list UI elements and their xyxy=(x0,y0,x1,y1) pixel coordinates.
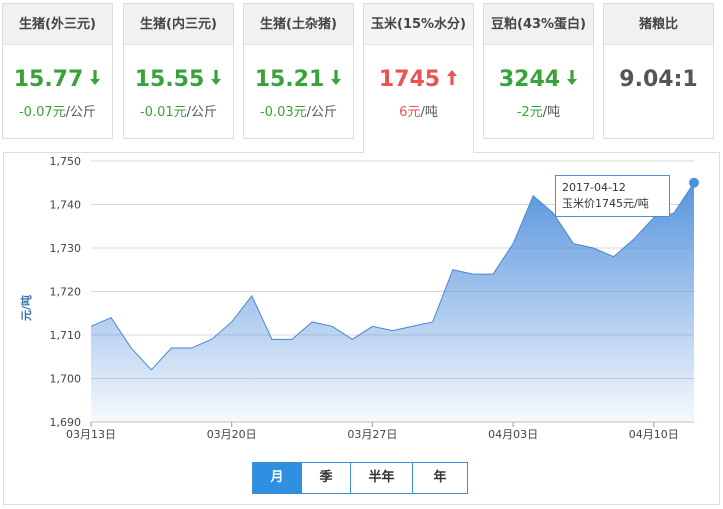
y-tick-label: 1,740 xyxy=(50,199,82,212)
x-tick-label: 03月27日 xyxy=(347,428,397,441)
card-change-value: -2元 xyxy=(516,105,543,120)
card-price-row: 15.77 xyxy=(3,65,112,95)
y-tick-label: 1,710 xyxy=(50,329,82,342)
card-change: 6元/吨 xyxy=(364,101,473,120)
card-price: 3244 xyxy=(498,67,561,92)
card-price-row: 15.21 xyxy=(244,65,353,95)
tooltip-text: 玉米价1745元/吨 xyxy=(562,197,649,210)
card-title: 生猪(外三元) xyxy=(3,4,112,45)
y-tick-label: 1,700 xyxy=(50,373,82,386)
card-price: 9.04:1 xyxy=(619,67,698,92)
card-change: -2元/吨 xyxy=(484,101,593,120)
card-price-row: 15.55 xyxy=(124,65,233,95)
arrow-down-icon xyxy=(89,65,101,95)
card-change-unit: /公斤 xyxy=(186,105,218,120)
card-title: 生猪(土杂猪) xyxy=(244,4,353,45)
card-change-value: -0.03元 xyxy=(259,105,307,120)
x-tick-labels: 03月13日 03月20日 03月27日 04月03日 04月10日 xyxy=(66,421,694,441)
y-tick-label: 1,720 xyxy=(50,286,82,299)
card-price-row: 3244 xyxy=(484,65,593,95)
y-tick-labels: 1,6901,7001,7101,7201,7301,7401,750 xyxy=(50,155,82,429)
price-chart: 1,690 1,700 1,710 1,720 1,730 1,740 1,750 元/吨 … xyxy=(3,152,720,505)
card-price: 15.21 xyxy=(254,67,325,92)
card-change-unit: /公斤 xyxy=(306,105,338,120)
card-pig-local[interactable]: 生猪(土杂猪) 15.21 -0.03元/公斤 xyxy=(243,3,354,139)
x-tick-label: 04月03日 xyxy=(488,428,538,441)
card-pig-inner[interactable]: 生猪(内三元) 15.55 -0.01元/公斤 xyxy=(123,3,234,139)
card-change: -0.07元/公斤 xyxy=(3,101,112,120)
range-button-month[interactable]: 月 xyxy=(253,463,302,493)
x-tick-label: 04月10日 xyxy=(629,428,679,441)
card-title: 豆粕(43%蛋白) xyxy=(484,4,593,45)
arrow-down-icon xyxy=(330,65,342,95)
card-change-value: -0.01元 xyxy=(139,105,187,120)
card-change-unit: /吨 xyxy=(542,105,561,120)
arrow-up-icon xyxy=(446,65,458,95)
card-price: 15.77 xyxy=(13,67,84,92)
card-change-unit: /公斤 xyxy=(65,105,97,120)
x-tick-label: 03月13日 xyxy=(66,428,116,441)
card-title: 猪粮比 xyxy=(604,4,713,45)
card-change-unit: /吨 xyxy=(420,105,438,120)
arrow-down-icon xyxy=(210,65,222,95)
card-price: 15.55 xyxy=(134,67,205,92)
card-pig-grain-ratio[interactable]: 猪粮比 9.04:1 xyxy=(603,3,714,139)
range-button-year[interactable]: 年 xyxy=(413,463,467,493)
card-price-row: 1745 xyxy=(364,65,473,95)
area-fill xyxy=(91,182,694,422)
card-change: -0.03元/公斤 xyxy=(244,101,353,120)
y-tick-label: 1,750 xyxy=(50,155,82,168)
card-pig-outer[interactable]: 生猪(外三元) 15.77 -0.07元/公斤 xyxy=(2,3,113,139)
card-change-value: -0.07元 xyxy=(18,105,66,120)
card-corn[interactable]: 玉米(15%水分) 1745 6元/吨 xyxy=(363,3,474,153)
range-button-quarter[interactable]: 季 xyxy=(302,463,351,493)
range-selector: 月 季 半年 年 xyxy=(252,462,468,494)
chart-tooltip: 2017-04-12 玉米价1745元/吨 xyxy=(555,175,670,217)
card-change-value: 6元 xyxy=(399,105,421,120)
tooltip-date: 2017-04-12 xyxy=(562,181,626,194)
y-axis-label: 元/吨 xyxy=(19,295,33,321)
y-tick-label: 1,730 xyxy=(50,242,82,255)
card-title: 玉米(15%水分) xyxy=(364,4,473,45)
arrow-down-icon xyxy=(566,65,578,95)
card-price-row: 9.04:1 xyxy=(604,65,713,95)
card-soymeal[interactable]: 豆粕(43%蛋白) 3244 -2元/吨 xyxy=(483,3,594,139)
highlight-point[interactable] xyxy=(689,177,699,188)
x-tick-label: 03月20日 xyxy=(207,428,257,441)
card-price: 1745 xyxy=(378,67,441,92)
card-title: 生猪(内三元) xyxy=(124,4,233,45)
price-cards: 生猪(外三元) 15.77 -0.07元/公斤 生猪(内三元) 15.55 -0… xyxy=(2,3,721,153)
card-change: -0.01元/公斤 xyxy=(124,101,233,120)
range-button-half-year[interactable]: 半年 xyxy=(351,463,413,493)
